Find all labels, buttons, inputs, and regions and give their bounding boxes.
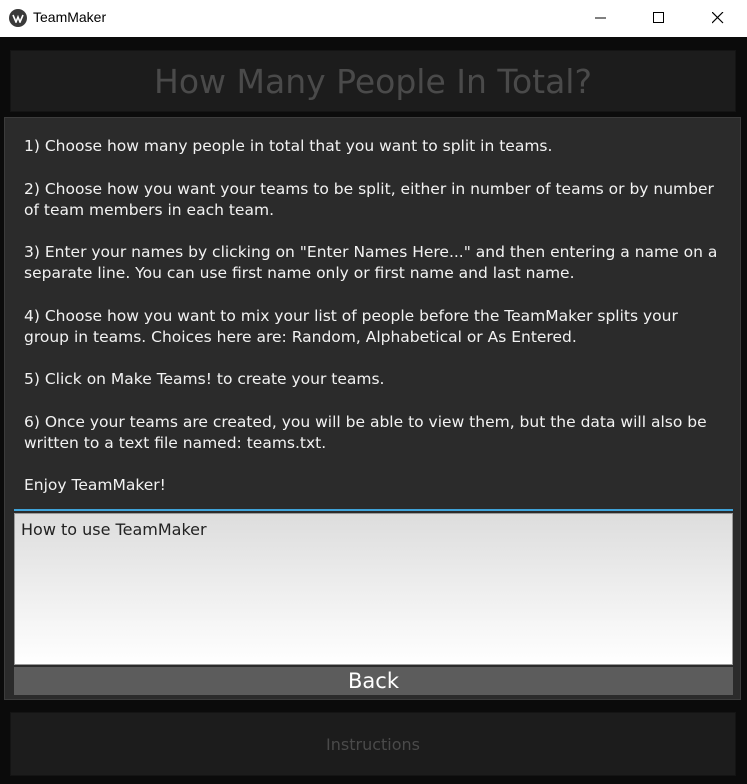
app-logo-icon	[9, 9, 27, 27]
text-input-value: How to use TeamMaker	[21, 520, 207, 539]
instruction-step-3: 3) Enter your names by clicking on "Ente…	[24, 243, 718, 282]
instruction-step-6: 6) Once your teams are created, you will…	[24, 412, 707, 452]
minimize-icon	[595, 17, 606, 19]
instruction-step-1: 1) Choose how many people in total that …	[24, 137, 553, 155]
instruction-step-4: 4) Choose how you want to mix your list …	[24, 306, 678, 346]
instructions-popup: 1) Choose how many people in total that …	[4, 117, 741, 700]
window-title: TeamMaker	[33, 9, 107, 25]
instructions-button[interactable]: Instructions	[10, 712, 736, 776]
maximize-button[interactable]	[636, 0, 682, 37]
close-icon	[712, 12, 724, 24]
instructions-text: 1) Choose how many people in total that …	[24, 136, 724, 496]
page-title: How Many People In Total?	[154, 61, 592, 101]
text-input-area[interactable]: How to use TeamMaker	[14, 513, 733, 665]
instruction-step-5: 5) Click on Make Teams! to create your t…	[24, 370, 385, 388]
close-button[interactable]	[695, 0, 741, 37]
back-button[interactable]: Back	[14, 667, 733, 695]
page-header: How Many People In Total?	[10, 50, 736, 112]
maximize-icon	[653, 12, 664, 23]
instruction-step-2: 2) Choose how you want your teams to be …	[24, 179, 714, 219]
minimize-button[interactable]	[578, 0, 624, 37]
popup-separator	[14, 509, 733, 511]
app-body: How Many People In Total? 1) Choose how …	[0, 37, 747, 784]
instruction-closing: Enjoy TeamMaker!	[24, 476, 166, 494]
window-titlebar: TeamMaker	[0, 0, 747, 37]
